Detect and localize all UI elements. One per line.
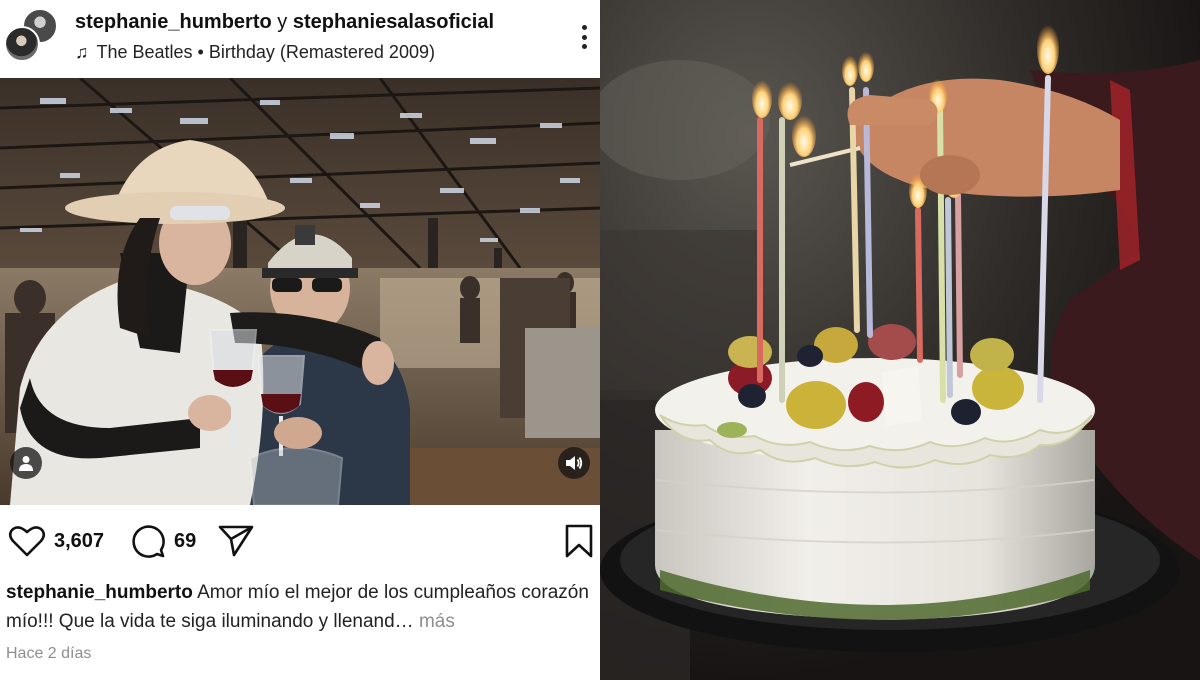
- post-header: stephanie_humberto y stephaniesalasofici…: [0, 0, 600, 78]
- music-attribution[interactable]: ♫ The Beatles • Birthday (Remastered 200…: [75, 42, 435, 63]
- post-caption: stephanie_humberto Amor mío el mejor de …: [6, 578, 598, 636]
- share-button[interactable]: [218, 518, 254, 564]
- username-primary[interactable]: stephanie_humberto: [75, 11, 272, 33]
- comment-icon: [132, 525, 165, 558]
- person-icon: [19, 456, 33, 471]
- cake-photo: [600, 0, 1200, 680]
- authors-joiner: y: [277, 11, 288, 33]
- post-timestamp: Hace 2 días: [6, 645, 92, 662]
- comment-count[interactable]: 69: [174, 530, 196, 553]
- heart-icon: [8, 526, 46, 557]
- tagged-users-button[interactable]: [10, 447, 42, 479]
- avatar-primary[interactable]: [4, 26, 40, 62]
- more-options-button[interactable]: [572, 22, 596, 52]
- bookmark-icon: [565, 524, 593, 558]
- post-authors: stephanie_humberto y stephaniesalasofici…: [75, 11, 494, 34]
- music-note-icon: ♫: [75, 42, 89, 62]
- cake-photo-image: [600, 0, 1200, 680]
- save-button[interactable]: [564, 518, 594, 564]
- instagram-post: stephanie_humberto y stephaniesalasofici…: [0, 0, 600, 680]
- caption-username[interactable]: stephanie_humberto: [6, 582, 193, 603]
- sound-toggle-button[interactable]: [558, 447, 590, 479]
- like-button[interactable]: 3,607: [8, 518, 104, 564]
- comment-button[interactable]: 69: [130, 518, 196, 564]
- music-title: The Beatles • Birthday (Remastered 2009): [96, 42, 435, 62]
- post-photo-image: [0, 78, 600, 505]
- speaker-icon: [566, 456, 583, 470]
- collab-avatars[interactable]: [4, 8, 60, 66]
- post-photo[interactable]: [0, 78, 600, 505]
- like-count[interactable]: 3,607: [54, 530, 104, 553]
- username-secondary[interactable]: stephaniesalasoficial: [293, 11, 494, 33]
- caption-more-link[interactable]: más: [419, 611, 455, 632]
- more-vertical-icon: [581, 25, 587, 30]
- post-actions: 3,607 69: [0, 518, 600, 564]
- send-icon: [218, 525, 254, 557]
